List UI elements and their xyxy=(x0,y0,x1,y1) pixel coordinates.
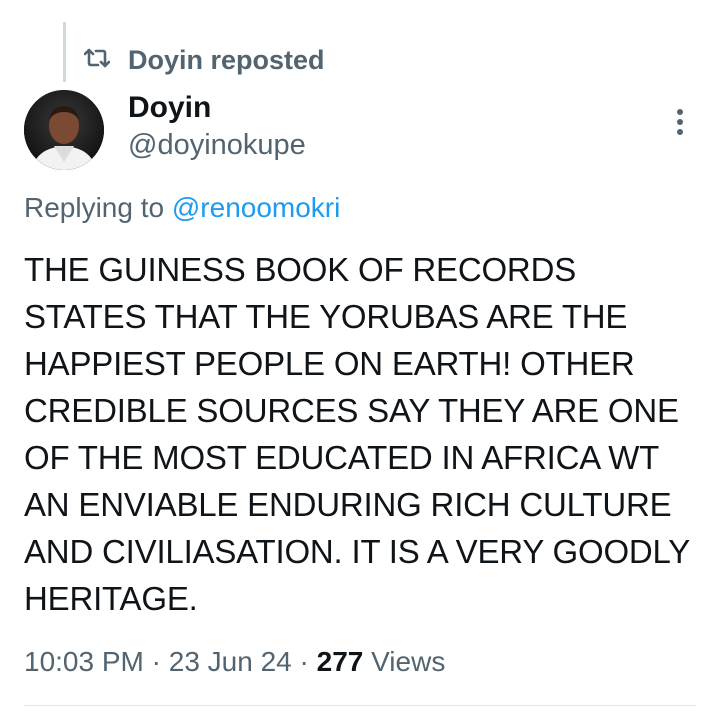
tweet-time[interactable]: 10:03 PM xyxy=(24,646,144,677)
reply-handle-link[interactable]: @renoomokri xyxy=(172,192,340,223)
tweet-text: THE GUINESS BOOK OF RECORDS STATES THAT … xyxy=(24,251,690,617)
meta-separator: · xyxy=(143,646,169,677)
replying-to: Replying to @renoomokri xyxy=(24,190,340,226)
author-handle[interactable]: @doyinokupe xyxy=(128,128,306,162)
views-count: 277 xyxy=(316,646,364,677)
meta-separator: · xyxy=(291,646,317,677)
divider xyxy=(24,705,696,706)
avatar[interactable] xyxy=(24,90,104,170)
thread-connector-line xyxy=(63,22,66,82)
repost-icon xyxy=(83,47,128,74)
tweet-date[interactable]: 23 Jun 24 xyxy=(169,646,292,677)
replying-to-label: Replying to xyxy=(24,192,172,223)
repost-label: Doyin reposted xyxy=(128,44,325,75)
tweet-meta: 10:03 PM · 23 Jun 24 · 277 Views xyxy=(24,642,445,682)
views-label: Views xyxy=(363,646,446,677)
more-vertical-icon[interactable] xyxy=(668,106,692,138)
repost-indicator[interactable]: Doyin reposted xyxy=(83,40,325,80)
author-name[interactable]: Doyin xyxy=(128,90,211,126)
